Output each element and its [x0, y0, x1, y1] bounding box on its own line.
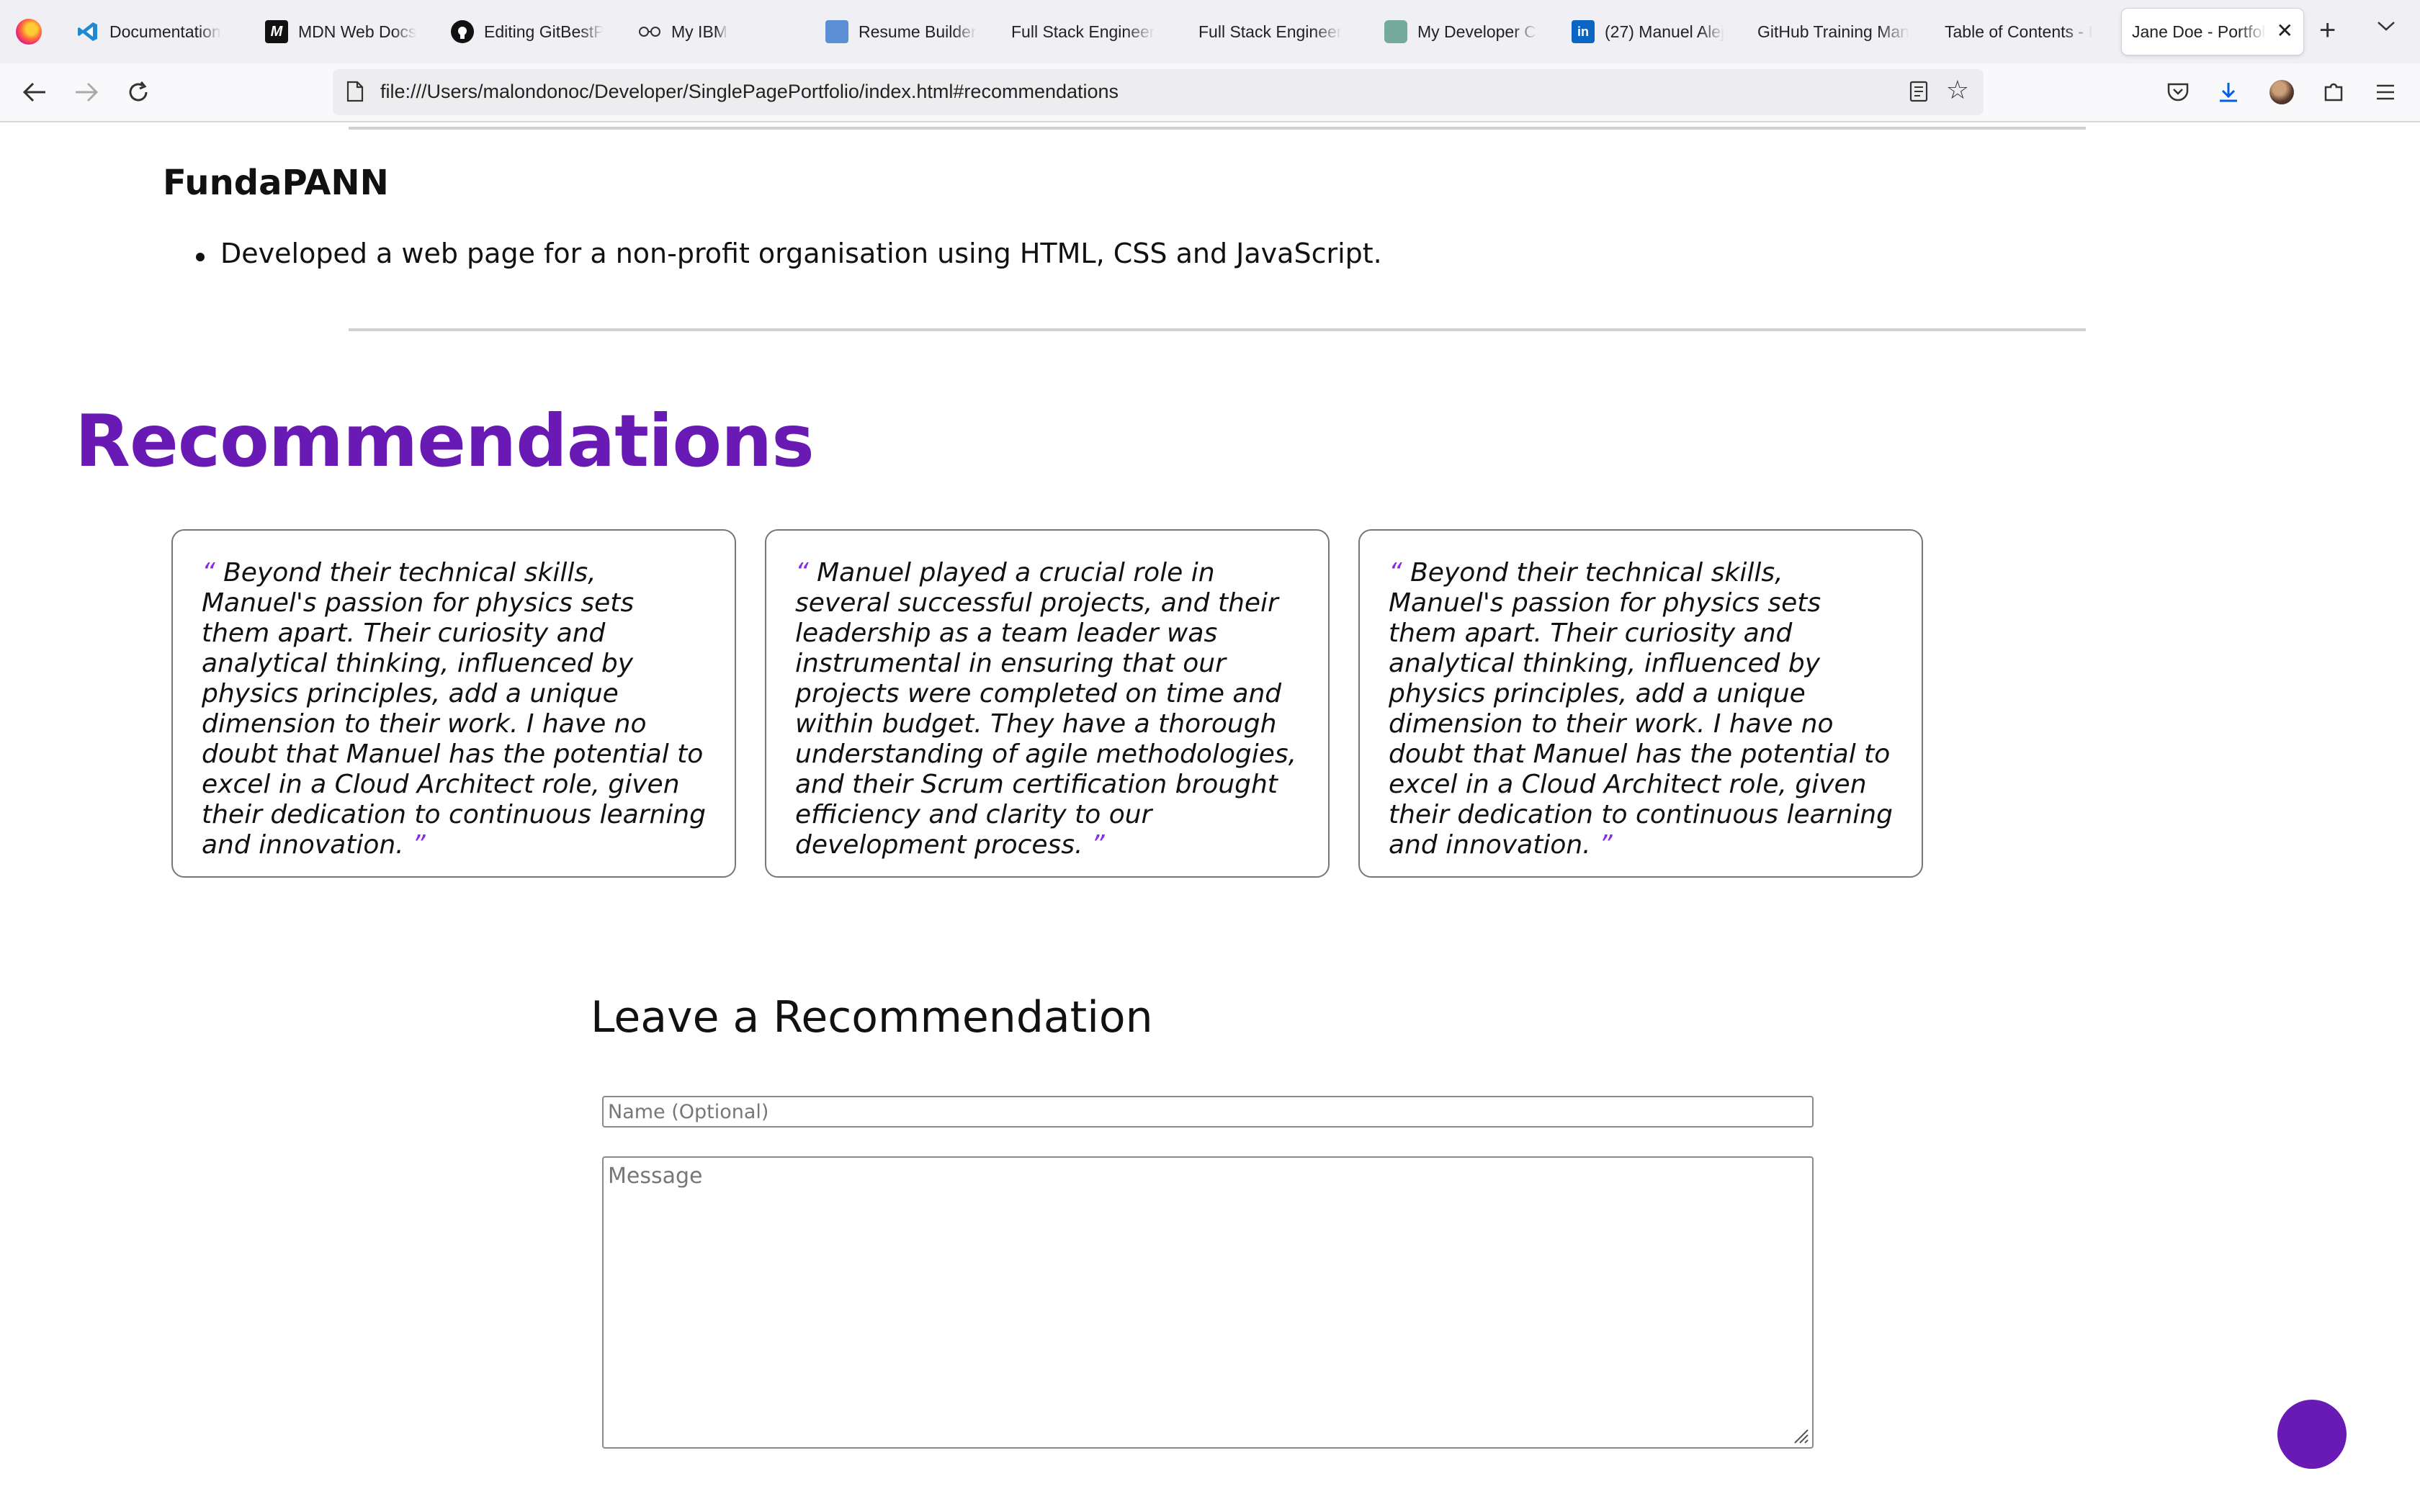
recommendation-text: Manuel played a crucial role in several … [795, 558, 1297, 860]
recommendation-text: Beyond their technical skills, Manuel's … [202, 558, 706, 860]
close-quote: ” [412, 830, 426, 860]
back-button[interactable] [20, 78, 49, 107]
close-tab-icon[interactable]: ✕ [2277, 19, 2293, 42]
chevron-down-icon [2378, 22, 2395, 31]
extensions-button[interactable] [2319, 78, 2348, 107]
project-title: FundaPANN [163, 163, 389, 203]
hamburger-menu-icon [2377, 84, 2394, 100]
arrow-right-icon [76, 82, 99, 102]
app-menu-button[interactable] [2371, 78, 2400, 107]
github-icon [451, 20, 474, 43]
recommendations-heading: Recommendations [75, 399, 815, 483]
avatar-icon [2269, 80, 2294, 104]
open-quote: “ [1389, 558, 1402, 588]
downloads-button[interactable] [2214, 78, 2243, 107]
tab-jane-doe-portfolio[interactable]: Jane Doe - Portfolio ✕ [2122, 9, 2303, 55]
recommendation-card: “ Beyond their technical skills, Manuel'… [1358, 529, 1923, 878]
reload-icon [129, 81, 148, 102]
tab-github-training[interactable]: GitHub Training Man [1747, 9, 1920, 55]
vscode-icon [76, 20, 99, 43]
ibm-icon [638, 20, 661, 43]
tab-label: (27) Manuel Alej [1605, 22, 1724, 41]
mdn-icon: M [265, 20, 288, 43]
open-quote: “ [202, 558, 215, 588]
tab-label: Documentation [109, 22, 221, 41]
tab-label: Table of Contents - I [1945, 22, 2093, 41]
download-icon [2220, 83, 2237, 102]
tab-label: Editing GitBestPr [484, 22, 604, 41]
list-all-tabs-button[interactable] [2377, 20, 2395, 36]
firefox-icon[interactable] [16, 19, 42, 45]
account-avatar[interactable] [2267, 78, 2296, 107]
forward-button[interactable] [72, 78, 101, 107]
bookmark-star-icon[interactable]: ☆ [1946, 78, 1969, 104]
tab-bar: Documentation M MDN Web Docs Editing Git… [0, 0, 2420, 63]
project-bullets: Developed a web page for a non-profit or… [186, 238, 1382, 269]
reader-view-icon[interactable] [1909, 81, 1929, 102]
chatgpt-icon [1384, 20, 1407, 43]
linkedin-icon: in [1572, 20, 1595, 43]
page-content: FundaPANN Developed a web page for a non… [0, 122, 2420, 1512]
new-tab-button[interactable]: + [2319, 16, 2336, 45]
tab-table-of-contents[interactable]: Table of Contents - I [1935, 9, 2107, 55]
puzzle-icon [2324, 83, 2343, 102]
tab-resume-builder[interactable]: Resume Builder [815, 9, 988, 55]
tab-label: MDN Web Docs [298, 22, 417, 41]
close-quote: ” [1090, 830, 1105, 860]
tab-linkedin[interactable]: in (27) Manuel Alej [1561, 9, 1734, 55]
reload-button[interactable] [124, 78, 153, 107]
name-input[interactable] [602, 1096, 1814, 1128]
tab-label: Full Stack Engineer [1198, 22, 1343, 41]
arrow-left-icon [22, 82, 45, 102]
scroll-to-top-button[interactable] [2277, 1400, 2347, 1469]
page-icon [346, 81, 364, 102]
tab-label: My IBM [671, 22, 727, 41]
leave-recommendation-heading: Leave a Recommendation [591, 992, 1153, 1043]
tab-mdn[interactable]: M MDN Web Docs [255, 9, 428, 55]
resume-icon [825, 20, 848, 43]
divider [349, 127, 2086, 130]
project-bullet: Developed a web page for a non-profit or… [186, 238, 1382, 269]
open-quote: “ [795, 558, 809, 588]
tab-full-stack-2[interactable]: Full Stack Engineer [1188, 9, 1361, 55]
tab-label: GitHub Training Man [1757, 22, 1909, 41]
address-bar[interactable]: file:///Users/malondonoc/Developer/Singl… [333, 69, 1984, 115]
tab-my-ibm[interactable]: My IBM [628, 9, 801, 55]
tab-label: Resume Builder [859, 22, 977, 41]
close-quote: ” [1599, 830, 1613, 860]
recommendation-card: “ Beyond their technical skills, Manuel'… [171, 529, 736, 878]
resize-handle-icon[interactable] [1791, 1426, 1809, 1444]
divider [349, 328, 2086, 331]
tab-label: Full Stack Engineer [1011, 22, 1155, 41]
message-textarea[interactable] [602, 1156, 1814, 1449]
tab-developer-cv[interactable]: My Developer CV [1374, 9, 1547, 55]
tab-label: Jane Doe - Portfolio [2132, 22, 2266, 41]
pocket-button[interactable] [2164, 78, 2192, 107]
tab-full-stack-1[interactable]: Full Stack Engineer [1001, 9, 1174, 55]
tab-github-editing[interactable]: Editing GitBestPr [441, 9, 614, 55]
recommendation-card: “ Manuel played a crucial role in severa… [765, 529, 1330, 878]
tab-documentation[interactable]: Documentation [66, 9, 239, 55]
tab-label: My Developer CV [1417, 22, 1537, 41]
recommendation-text: Beyond their technical skills, Manuel's … [1389, 558, 1893, 860]
pocket-icon [2167, 83, 2189, 102]
url-text[interactable]: file:///Users/malondonoc/Developer/Singl… [380, 81, 1119, 103]
